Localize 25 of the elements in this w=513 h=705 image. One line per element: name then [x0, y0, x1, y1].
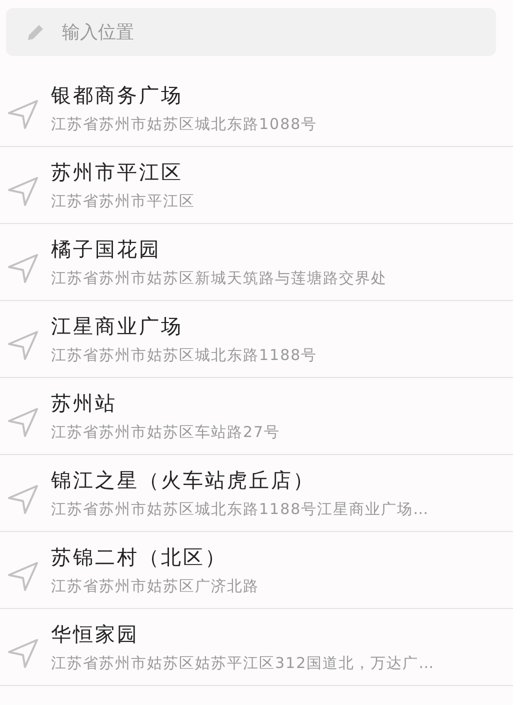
place-name: 苏锦二村（北区）: [51, 544, 228, 571]
place-name: 银都商务广场: [51, 82, 184, 109]
place-name: 华恒家园: [51, 621, 140, 648]
place-address: 江苏省苏州市姑苏区城北东路1188号江星商业广场…: [51, 500, 430, 519]
place-name: 苏州站: [51, 390, 118, 417]
place-name: 苏州市平江区: [51, 159, 184, 186]
search-field[interactable]: 输入位置: [6, 8, 496, 56]
place-address: 江苏省苏州市姑苏区新城天筑路与莲塘路交界处: [51, 269, 387, 288]
place-address: 江苏省苏州市姑苏区姑苏平江区312国道北，万达广…: [51, 654, 435, 673]
place-item[interactable]: 橘子国花园 江苏省苏州市姑苏区新城天筑路与莲塘路交界处: [0, 224, 513, 301]
place-name: 锦江之星（火车站虎丘店）: [51, 467, 316, 494]
place-item[interactable]: 苏州站 江苏省苏州市姑苏区车站路27号: [0, 378, 513, 455]
place-name: 橘子国花园: [51, 236, 162, 263]
place-address: 江苏省苏州市姑苏区车站路27号: [51, 423, 280, 442]
place-address: 江苏省苏州市姑苏区城北东路1088号: [51, 115, 318, 134]
place-item[interactable]: 锦江之星（火车站虎丘店） 江苏省苏州市姑苏区城北东路1188号江星商业广场…: [0, 455, 513, 532]
place-address: 江苏省苏州市平江区: [51, 192, 195, 211]
place-name: 江星商业广场: [51, 313, 184, 340]
place-item[interactable]: 江星商业广场 江苏省苏州市姑苏区城北东路1188号: [0, 301, 513, 378]
place-item[interactable]: 银都商务广场 江苏省苏州市姑苏区城北东路1088号: [0, 70, 513, 147]
place-item[interactable]: 苏锦二村（北区） 江苏省苏州市姑苏区广济北路: [0, 532, 513, 609]
place-address: 江苏省苏州市姑苏区城北东路1188号: [51, 346, 318, 365]
place-item[interactable]: 苏州市平江区 江苏省苏州市平江区: [0, 147, 513, 224]
place-item[interactable]: 华恒家园 江苏省苏州市姑苏区姑苏平江区312国道北，万达广…: [0, 609, 513, 686]
place-address: 江苏省苏州市姑苏区广济北路: [51, 577, 259, 596]
